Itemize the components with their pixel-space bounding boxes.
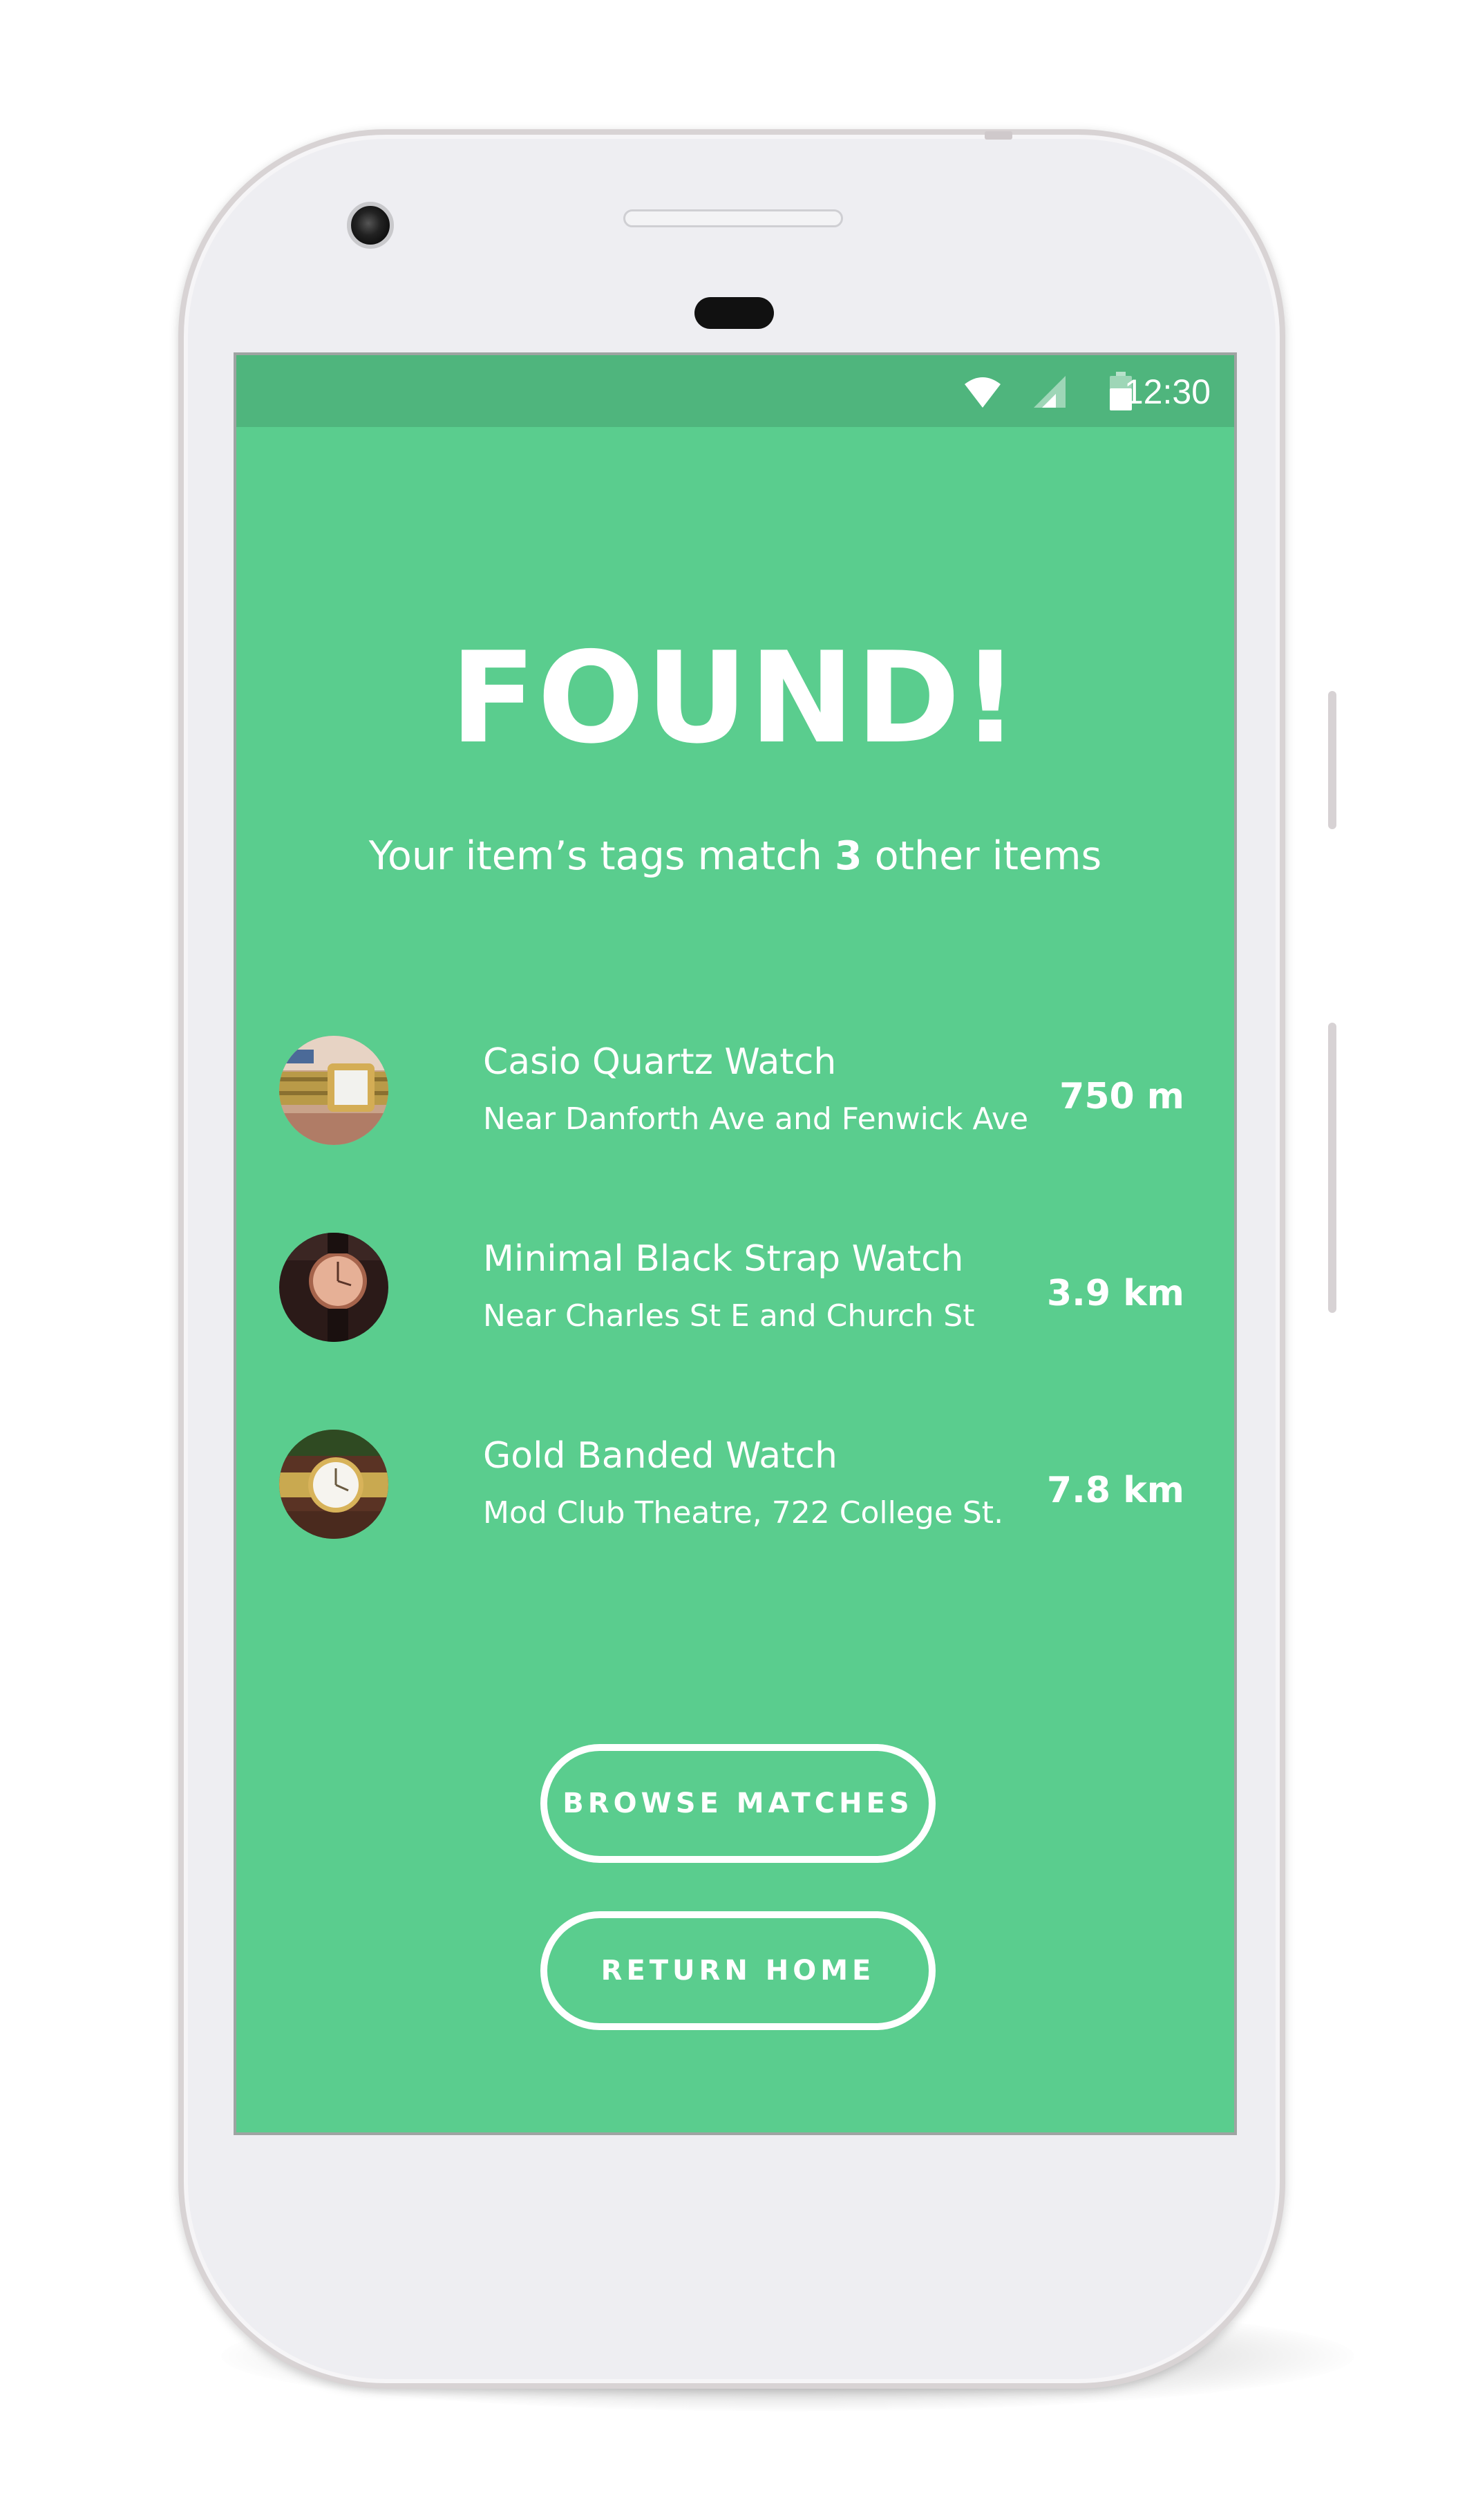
phone-top-button — [985, 131, 1012, 140]
match-item[interactable]: Gold Banded Watch Mod Club Theatre, 722 … — [279, 1430, 1198, 1547]
match-summary: Your item’s tags match 3 other items — [236, 833, 1234, 879]
match-item[interactable]: Casio Quartz Watch Near Danforth Ave and… — [279, 1036, 1198, 1153]
match-location: Near Charles St E and Church St — [483, 1298, 975, 1334]
phone-side-button-lower — [1328, 1023, 1336, 1313]
earpiece-speaker — [623, 209, 843, 227]
match-item[interactable]: Minimal Black Strap Watch Near Charles S… — [279, 1233, 1198, 1350]
phone-side-button-upper — [1328, 691, 1336, 829]
match-name: Casio Quartz Watch — [483, 1041, 837, 1083]
match-location: Mod Club Theatre, 722 College St. — [483, 1495, 1004, 1531]
match-distance: 7.8 km — [1047, 1470, 1184, 1511]
match-location: Near Danforth Ave and Fenwick Ave — [483, 1101, 1029, 1137]
status-time: 12:30 — [1124, 372, 1211, 411]
status-bar: 12:30 — [236, 355, 1234, 427]
match-distance: 3.9 km — [1047, 1273, 1184, 1314]
match-distance: 750 m — [1059, 1076, 1184, 1117]
match-summary-suffix: other items — [862, 833, 1102, 879]
gold-watch-thumb — [279, 1036, 388, 1145]
match-name: Gold Banded Watch — [483, 1435, 838, 1477]
browse-matches-button[interactable]: BROWSE MATCHES — [540, 1744, 936, 1863]
match-summary-prefix: Your item’s tags match — [368, 833, 835, 879]
app-screen: 12:30 FOUND! Your item’s tags match 3 ot… — [234, 352, 1237, 2135]
rose-gold-watch-thumb — [279, 1233, 388, 1342]
front-camera — [347, 202, 394, 249]
device-mockup: 12:30 FOUND! Your item’s tags match 3 ot… — [0, 0, 1467, 2520]
match-name: Minimal Black Strap Watch — [483, 1238, 964, 1280]
cell-signal-icon — [1034, 376, 1066, 408]
page-title: FOUND! — [450, 625, 1021, 771]
return-home-button[interactable]: RETURN HOME — [540, 1911, 936, 2030]
white-dial-watch-thumb — [279, 1430, 388, 1539]
match-count: 3 — [834, 833, 862, 879]
proximity-sensor — [694, 297, 774, 329]
wifi-icon — [965, 377, 1001, 408]
